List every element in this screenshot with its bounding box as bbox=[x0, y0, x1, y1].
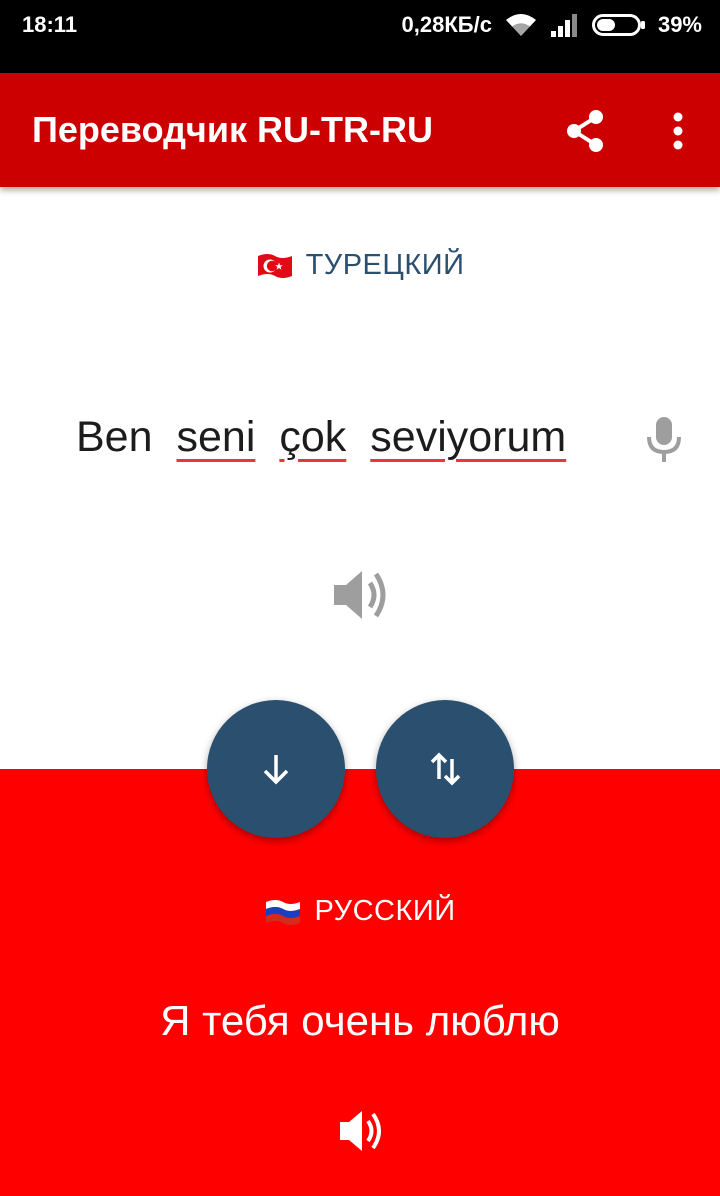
signal-icon bbox=[550, 12, 580, 38]
source-speak-button[interactable] bbox=[330, 565, 394, 625]
network-speed: 0,28КБ/с bbox=[401, 12, 492, 37]
target-speak-button[interactable] bbox=[336, 1105, 388, 1157]
arrow-down-icon bbox=[263, 755, 289, 785]
target-language-selector[interactable]: РУССКИЙ bbox=[0, 895, 720, 928]
source-word-misspelled: seni bbox=[176, 413, 256, 461]
status-bar: 18:11 0,28КБ/с 39% bbox=[0, 0, 720, 73]
translate-button[interactable] bbox=[207, 700, 345, 838]
speaker-icon bbox=[340, 1111, 381, 1151]
turkey-flag-icon bbox=[257, 253, 292, 278]
source-word-misspelled: çok bbox=[279, 413, 347, 461]
more-options-button[interactable] bbox=[660, 105, 696, 157]
source-text-input[interactable]: Ben seni çok seviyorum bbox=[76, 413, 566, 462]
mic-button[interactable] bbox=[644, 415, 684, 465]
status-time: 18:11 bbox=[22, 12, 78, 37]
russia-flag-icon bbox=[266, 899, 301, 925]
mic-icon bbox=[647, 417, 681, 462]
source-language-label: ТУРЕЦКИЙ bbox=[305, 249, 465, 281]
speaker-icon bbox=[334, 571, 386, 619]
source-word-misspelled: seviyorum bbox=[370, 413, 567, 461]
source-word: Ben bbox=[76, 413, 153, 461]
target-language-label: РУССКИЙ bbox=[314, 895, 456, 927]
source-panel: ТУРЕЦКИЙ Ben seni çok seviyorum bbox=[0, 187, 720, 769]
translation-output: Я тебя очень люблю bbox=[160, 997, 560, 1044]
battery-level: 39% bbox=[657, 12, 702, 37]
status-indicators: 0,28КБ/с 39% bbox=[402, 12, 702, 38]
source-language-selector[interactable]: ТУРЕЦКИЙ bbox=[0, 249, 720, 282]
swap-languages-button[interactable] bbox=[376, 700, 514, 838]
target-panel: РУССКИЙ Я тебя очень люблю bbox=[0, 769, 720, 1196]
app-title: Переводчик RU-TR-RU bbox=[32, 109, 433, 150]
app-bar: Переводчик RU-TR-RU bbox=[0, 73, 720, 187]
share-button[interactable] bbox=[560, 105, 612, 157]
more-vert-icon bbox=[673, 112, 683, 150]
wifi-icon bbox=[504, 12, 538, 38]
battery-icon bbox=[591, 13, 646, 37]
swap-vertical-icon bbox=[430, 752, 461, 786]
share-icon bbox=[567, 110, 603, 152]
